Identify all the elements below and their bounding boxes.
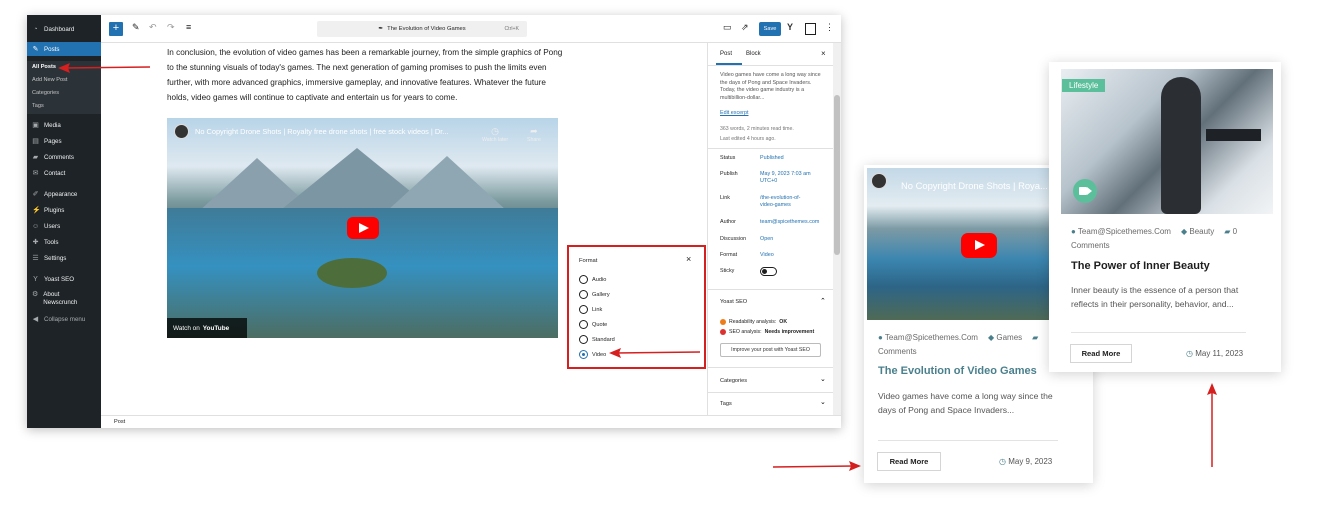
channel-avatar: [871, 173, 887, 189]
lifestyle-badge[interactable]: Lifestyle: [1062, 79, 1106, 92]
comment-icon: ▰: [1224, 227, 1231, 236]
author-meta[interactable]: ● Team@Spicethemes.Com: [878, 333, 978, 342]
user-icon: ●: [1071, 227, 1076, 236]
author-meta[interactable]: ● Team@Spicethemes.Com: [1071, 227, 1171, 236]
camera-body: [1079, 187, 1087, 195]
clock-icon: ◷: [999, 457, 1006, 466]
post-title[interactable]: The Evolution of Video Games: [878, 365, 1037, 377]
comment-icon: ▰: [1032, 333, 1039, 342]
arrow-to-all-posts: [58, 63, 151, 73]
lifestyle-post-card[interactable]: Lifestyle ● Team@Spicethemes.Com ◆ Beaut…: [1049, 62, 1281, 372]
youtube-play-button[interactable]: [961, 233, 997, 258]
arrow-to-lifestyle-card: [1207, 383, 1217, 467]
tag-icon: ◆: [987, 333, 995, 342]
video-camera-icon: [1073, 179, 1097, 203]
post-date: ◷ May 9, 2023: [999, 457, 1053, 466]
post-excerpt: Video games have come a long way since t…: [878, 391, 1053, 415]
post-thumbnail[interactable]: Lifestyle: [1061, 69, 1273, 214]
post-meta: ● Team@Spicethemes.Com ◆ Beauty ▰ 0: [1071, 227, 1237, 236]
video-title: No Copyright Drone Shots | Roya...: [901, 180, 1048, 191]
comments-meta[interactable]: Comments: [1071, 241, 1110, 250]
arrow-to-video-card: [772, 461, 861, 471]
tag-icon: ◆: [1180, 227, 1188, 236]
read-more-button[interactable]: Read More: [1070, 344, 1132, 363]
arrow-to-video-option: [609, 348, 701, 358]
user-icon: ●: [878, 333, 883, 342]
camera-lens: [1087, 187, 1092, 195]
read-more-button[interactable]: Read More: [877, 452, 941, 471]
divider: [1071, 332, 1246, 333]
comment-count-meta[interactable]: ▰ 0: [1224, 227, 1237, 236]
post-title[interactable]: The Power of Inner Beauty: [1071, 260, 1210, 272]
comments-meta[interactable]: Comments: [878, 347, 917, 356]
category-meta[interactable]: ◆ Beauty: [1181, 227, 1214, 236]
category-meta[interactable]: ◆ Games: [988, 333, 1022, 342]
play-icon: [975, 240, 985, 250]
equipment-shape: [1206, 129, 1261, 141]
post-excerpt: Inner beauty is the essence of a person …: [1071, 285, 1239, 309]
divider: [878, 440, 1058, 441]
post-date: ◷ May 11, 2023: [1186, 349, 1244, 358]
figure-shape: [1161, 77, 1201, 214]
clock-icon: ◷: [1186, 349, 1193, 358]
